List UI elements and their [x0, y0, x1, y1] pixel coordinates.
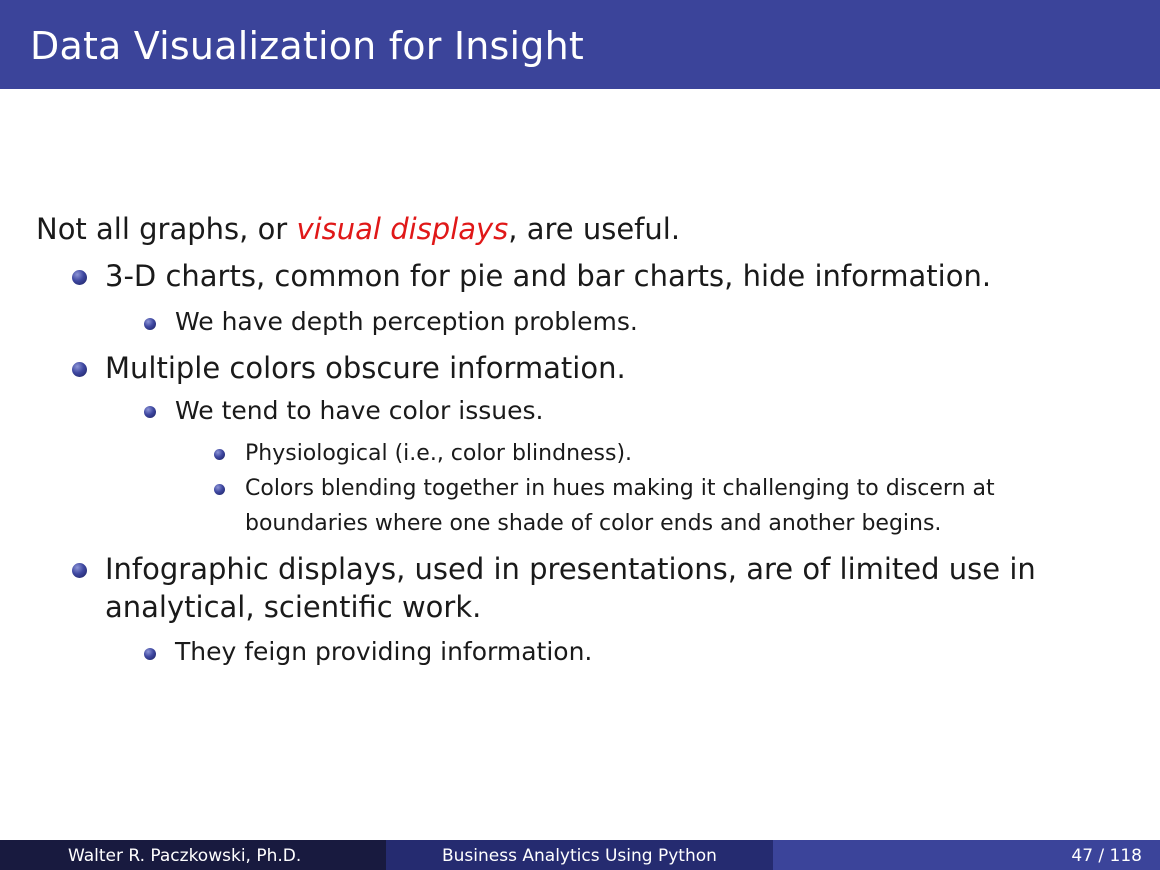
bullet-icon — [144, 406, 156, 418]
slide-body: Not all graphs, or visual displays, are … — [0, 0, 1160, 840]
list-item-2-sub-1-sub-2-line-2: boundaries where one shade of color ends… — [245, 511, 942, 536]
footer-course: Business Analytics Using Python — [442, 846, 717, 866]
list-item-2-sub-1: We tend to have color issues. — [175, 396, 544, 425]
page-number: 47 / 118 — [1071, 846, 1142, 866]
intro-suffix: , are useful. — [508, 212, 681, 246]
list-item-3-sub-1: They feign providing information. — [175, 637, 593, 666]
list-item-2-sub-1-sub-1: Physiological (i.e., color blindness). — [245, 441, 633, 466]
list-item-2-sub-1-sub-2-line-1: Colors blending together in hues making … — [245, 476, 995, 501]
list-item-1-sub-1: We have depth perception problems. — [175, 307, 638, 336]
bullet-icon — [72, 563, 87, 578]
bullet-icon — [214, 484, 225, 495]
list-item-3-line-2: analytical, scientific work. — [105, 590, 482, 624]
bullet-icon — [144, 648, 156, 660]
intro-prefix: Not all graphs, or — [36, 212, 297, 246]
intro-text: Not all graphs, or visual displays, are … — [36, 212, 680, 246]
footer-page-section: 47 / 118 — [773, 840, 1160, 870]
bullet-icon — [144, 318, 156, 330]
footer-author: Walter R. Paczkowski, Ph.D. — [68, 846, 302, 866]
bullet-icon — [72, 362, 87, 377]
footer-author-section: Walter R. Paczkowski, Ph.D. — [0, 840, 386, 870]
list-item-3-line-1: Infographic displays, used in presentati… — [105, 552, 1036, 586]
footer-course-section: Business Analytics Using Python — [386, 840, 773, 870]
slide-footer: Walter R. Paczkowski, Ph.D. Business Ana… — [0, 840, 1160, 870]
bullet-icon — [214, 449, 225, 460]
list-item-2: Multiple colors obscure information. — [105, 351, 626, 385]
intro-emphasis: visual displays — [296, 212, 509, 246]
bullet-icon — [72, 270, 87, 285]
list-item-1: 3-D charts, common for pie and bar chart… — [105, 259, 992, 293]
